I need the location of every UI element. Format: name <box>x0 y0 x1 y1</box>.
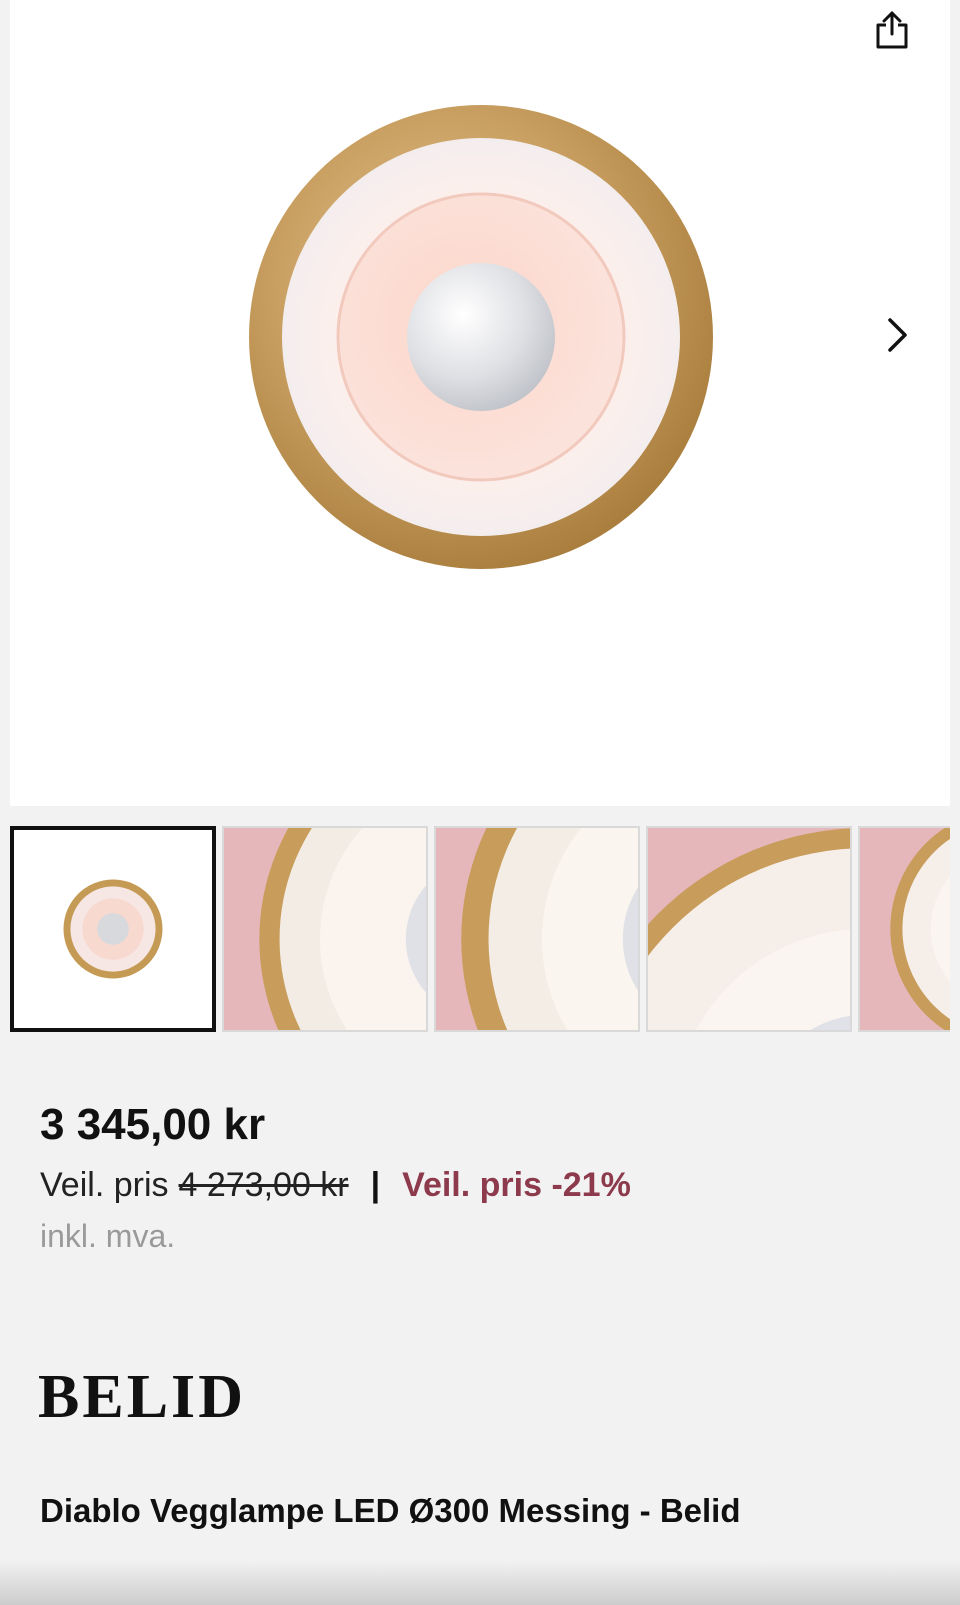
bottom-fade <box>0 1560 960 1605</box>
price-separator: | <box>370 1166 381 1204</box>
product-image-gallery[interactable] <box>10 0 950 806</box>
brand-logo[interactable]: BELID <box>38 1362 246 1433</box>
share-button[interactable] <box>870 8 914 52</box>
thumbnail-4[interactable] <box>646 826 852 1032</box>
thumbnail-image <box>860 828 950 1030</box>
thumbnail-image <box>648 828 850 1030</box>
thumbnail-1[interactable] <box>10 826 216 1032</box>
product-title: Diablo Vegglampe LED Ø300 Messing - Beli… <box>40 1492 741 1529</box>
product-main-image <box>249 105 713 569</box>
product-price: 3 345,00 kr <box>40 1100 266 1149</box>
recommended-price-label: Veil. pris <box>40 1166 169 1204</box>
thumbnail-image <box>436 828 638 1030</box>
vat-note: inkl. mva. <box>40 1218 176 1254</box>
share-icon <box>876 11 908 49</box>
thumbnail-strip[interactable] <box>10 826 950 1036</box>
thumbnail-5[interactable] <box>858 826 950 1032</box>
recommended-old-price: 4 273,00 kr <box>178 1166 349 1204</box>
discount-badge: Veil. pris -21% <box>402 1166 631 1204</box>
next-image-button[interactable] <box>872 310 922 360</box>
thumbnail-2[interactable] <box>222 826 428 1032</box>
recommended-price-line: Veil. pris 4 273,00 kr | Veil. pris -21% <box>40 1166 631 1205</box>
thumbnail-image <box>224 828 426 1030</box>
chevron-right-icon <box>888 318 907 352</box>
thumbnail-image <box>14 830 212 1028</box>
thumbnail-3[interactable] <box>434 826 640 1032</box>
